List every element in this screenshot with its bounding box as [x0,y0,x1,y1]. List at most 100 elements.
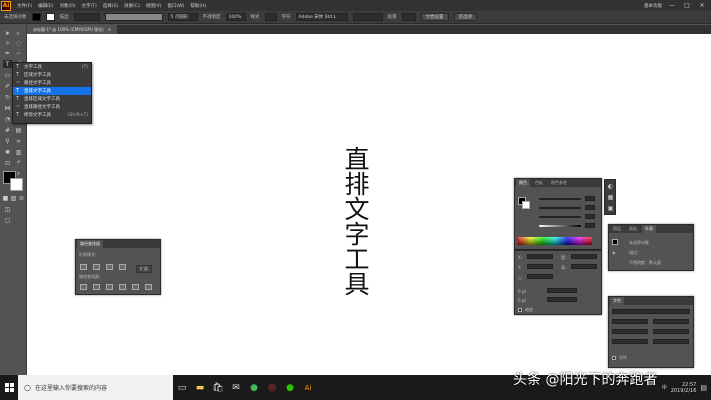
menu-window[interactable]: 窗口(W) [167,3,184,9]
pen-tool-icon[interactable]: ✒ [3,49,12,57]
music-icon[interactable]: ◎ [263,375,281,400]
panel-stroke-swatch[interactable] [522,201,530,209]
magenta-input[interactable] [585,205,595,210]
browser-icon[interactable]: ● [245,375,263,400]
tab-pathfinder[interactable]: 路径查找器 [77,240,103,248]
align-select[interactable] [401,13,416,21]
font-family-select[interactable]: Adobe 宋体 Std L [295,13,348,21]
curvature-tool-icon[interactable]: ∽ [14,49,23,57]
layers-panel-icon[interactable]: ▦ [606,193,615,201]
flyout-item-vertical-type-on-path-tool[interactable]: ~ 直排路径文字工具 [13,103,91,111]
flyout-item-type-tool[interactable]: T 文字工具 (T) [13,63,91,71]
opacity-input[interactable]: 100% [225,13,246,21]
width-tool-icon[interactable]: ⋈ [3,104,12,112]
character-label[interactable]: 字符 [282,14,291,20]
black-input[interactable] [585,223,595,228]
flyout-item-vertical-type-tool[interactable]: T 直排文字工具 [13,87,91,95]
clock[interactable]: 22:57 2019/2/16 [671,382,697,394]
flyout-item-vertical-area-type-tool[interactable]: T 直排区域文字工具 [13,95,91,103]
unite-icon[interactable] [80,264,87,270]
stroke-swatch[interactable] [45,13,55,21]
menu-edit[interactable]: 编辑(E) [38,3,53,9]
fill-swatch[interactable] [31,13,41,21]
merge-icon[interactable] [106,284,113,290]
character-checkbox[interactable] [612,356,616,360]
paragraph-label[interactable]: 段落 [388,14,397,20]
blend-tool-icon[interactable]: ∞ [14,137,23,145]
direct-selection-tool-icon[interactable]: ▹ [14,29,23,37]
wechat-icon[interactable]: ● [281,375,299,400]
mail-icon[interactable]: ✉ [227,375,245,400]
rectangle-tool-icon[interactable]: ▭ [3,71,12,79]
taskbar-search-box[interactable]: ○ 在这里输入你要搜索的内容 [18,375,173,400]
yellow-input[interactable] [585,214,595,219]
symbol-sprayer-tool-icon[interactable]: ✺ [3,148,12,156]
menu-effect[interactable]: 效果(C) [124,3,140,9]
flyout-item-area-type-tool[interactable]: T 区域文字工具 [13,71,91,79]
document-tab[interactable]: 未标题-1* @ 100% (CMYK/GPU 预览) ✕ [27,25,118,34]
tab-swatches[interactable]: 色板 [532,179,546,187]
height-input[interactable] [571,264,597,269]
tab-color-guide[interactable]: 颜色参考 [548,179,570,187]
minus-back-icon[interactable] [145,284,152,290]
kerning-field[interactable] [612,329,648,334]
mesh-tool-icon[interactable]: # [3,126,12,134]
tab-character[interactable]: 字符 [610,297,624,305]
minimize-button[interactable]: — [667,1,677,10]
value-b-input[interactable] [547,297,577,302]
brush-profile-select[interactable]: 5 点圆形 [167,13,198,21]
menu-file[interactable]: 文件(F) [17,3,32,9]
maximize-button[interactable]: □ [682,1,692,10]
store-icon[interactable]: 🛍 [209,375,227,400]
close-button[interactable]: ✕ [697,1,707,10]
none-mode-icon[interactable]: ⊘ [17,194,26,202]
style-select[interactable] [264,13,277,21]
gradient-tool-icon[interactable]: ▤ [14,126,23,134]
color-panel-icon[interactable]: ◐ [606,182,615,190]
tab-layers[interactable]: 图层 [610,225,624,233]
trim-icon[interactable] [93,284,100,290]
outline-icon[interactable] [132,284,139,290]
selection-tool-icon[interactable]: ➤ [3,29,12,37]
flyout-item-touch-type-tool[interactable]: T 修饰文字工具 (Shift+T) [13,111,91,119]
type-tool-icon[interactable]: T [3,60,12,68]
shape-builder-tool-icon[interactable]: ◔ [3,115,12,123]
crop-icon[interactable] [119,284,126,290]
font-size-field[interactable] [612,319,648,324]
close-icon[interactable]: ✕ [108,27,111,32]
vertical-scale-field[interactable] [612,339,648,344]
color-spectrum[interactable] [518,237,592,245]
menu-object[interactable]: 对象(O) [59,3,75,9]
illustrator-taskbar-icon[interactable]: Ai [299,375,317,400]
appearance-row-opacity[interactable]: 不透明度：默认值 [629,260,661,266]
screen-mode-icon[interactable]: ▢ [3,216,12,224]
eye-icon[interactable]: ◉ [612,250,616,255]
vertical-type-text[interactable]: 直排文字工具 [341,146,370,296]
document-setup-button[interactable]: 文档设置 [420,13,449,21]
tab-color[interactable]: 颜色 [516,179,530,187]
font-style-select[interactable] [352,13,383,21]
tab-artboards[interactable]: 画板 [626,225,640,233]
flyout-item-type-on-path-tool[interactable]: ~ 路径文字工具 [13,79,91,87]
start-button[interactable] [0,375,18,400]
shaper-tool-icon[interactable]: ✐ [3,82,12,90]
lasso-tool-icon[interactable]: ◌ [14,39,23,47]
workspace-switcher[interactable]: 基本功能 [644,3,662,9]
libraries-panel-icon[interactable]: ▣ [606,204,615,212]
horizontal-scale-field[interactable] [653,339,689,344]
cyan-slider[interactable] [539,198,581,200]
menu-type[interactable]: 文字(T) [82,3,97,9]
tracking-field[interactable] [653,329,689,334]
font-family-field[interactable] [612,309,690,314]
rotate-tool-icon[interactable]: ↻ [3,93,12,101]
scale-checkbox[interactable] [518,308,522,312]
width-input[interactable] [571,254,597,259]
tab-appearance[interactable]: 外观 [642,225,656,233]
angle-input[interactable] [527,274,553,279]
y-input[interactable] [527,264,553,269]
task-view-icon[interactable]: ▭ [173,375,191,400]
magenta-slider[interactable] [539,207,581,209]
variable-width-select[interactable] [104,13,163,21]
value-a-input[interactable] [547,288,577,293]
yellow-slider[interactable] [539,216,581,218]
